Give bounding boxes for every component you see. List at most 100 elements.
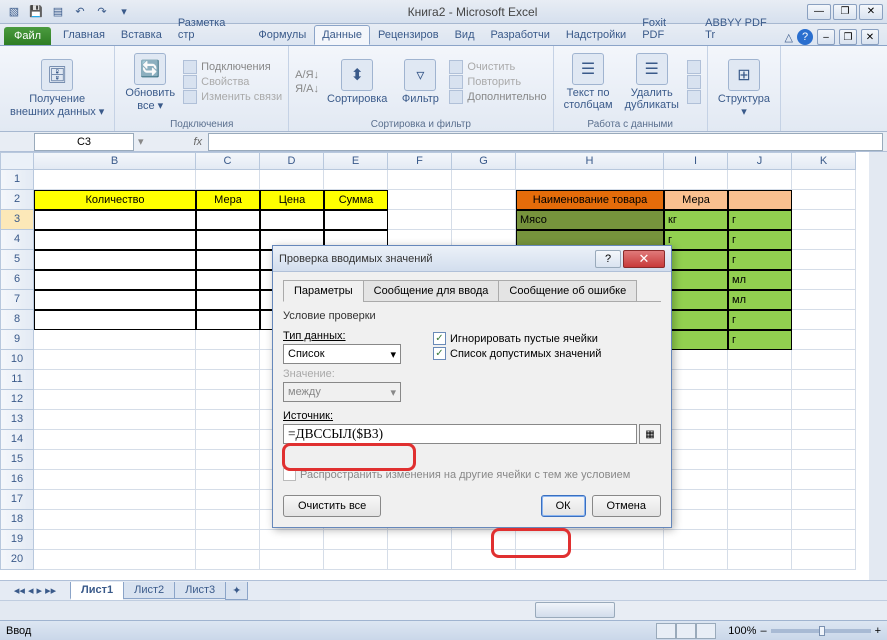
- workbook-restore-button[interactable]: ❐: [839, 29, 857, 45]
- dialog-help-button[interactable]: ?: [595, 250, 621, 268]
- data-validation-button[interactable]: [687, 60, 701, 74]
- sort-button[interactable]: ⬍ Сортировка: [323, 57, 391, 107]
- cell[interactable]: [260, 530, 324, 550]
- cell[interactable]: Наименование товара: [516, 190, 664, 210]
- cell[interactable]: [196, 290, 260, 310]
- cell[interactable]: Сумма: [324, 190, 388, 210]
- cell[interactable]: [728, 190, 792, 210]
- cell[interactable]: [388, 550, 452, 570]
- cell[interactable]: [664, 510, 728, 530]
- cell[interactable]: [34, 430, 196, 450]
- cell[interactable]: [34, 510, 196, 530]
- range-selector-button[interactable]: ▦: [639, 424, 661, 444]
- in-cell-dropdown-checkbox[interactable]: ✓Список допустимых значений: [433, 347, 661, 360]
- cell[interactable]: [792, 550, 856, 570]
- cell[interactable]: [664, 490, 728, 510]
- cell[interactable]: г: [728, 310, 792, 330]
- cell[interactable]: [388, 210, 452, 230]
- tab-view[interactable]: Вид: [447, 25, 483, 45]
- column-header[interactable]: F: [388, 152, 452, 170]
- cell[interactable]: [324, 210, 388, 230]
- filter-button[interactable]: ▿ Фильтр: [395, 57, 445, 107]
- cell[interactable]: [792, 170, 856, 190]
- close-button[interactable]: ✕: [859, 4, 883, 20]
- sort-az-button[interactable]: А/Я↓: [295, 69, 319, 81]
- source-input[interactable]: [283, 424, 637, 444]
- new-sheet-button[interactable]: ✦: [225, 582, 248, 600]
- row-header[interactable]: 1: [0, 170, 34, 190]
- cell[interactable]: [728, 510, 792, 530]
- cell[interactable]: [452, 530, 516, 550]
- maximize-button[interactable]: ❐: [833, 4, 857, 20]
- column-header[interactable]: C: [196, 152, 260, 170]
- row-header[interactable]: 2: [0, 190, 34, 210]
- tab-foxit[interactable]: Foxit PDF: [634, 13, 697, 45]
- cell[interactable]: [196, 250, 260, 270]
- cell[interactable]: [324, 530, 388, 550]
- cell[interactable]: [196, 270, 260, 290]
- cell[interactable]: [792, 330, 856, 350]
- cell[interactable]: [792, 390, 856, 410]
- cell[interactable]: [792, 350, 856, 370]
- cell[interactable]: [196, 370, 260, 390]
- cell[interactable]: [196, 170, 260, 190]
- cell[interactable]: [34, 370, 196, 390]
- cell[interactable]: [34, 550, 196, 570]
- cell[interactable]: [196, 310, 260, 330]
- row-header[interactable]: 7: [0, 290, 34, 310]
- cell[interactable]: [664, 450, 728, 470]
- cell[interactable]: [34, 170, 196, 190]
- column-header[interactable]: B: [34, 152, 196, 170]
- cell[interactable]: [388, 190, 452, 210]
- dialog-titlebar[interactable]: Проверка вводимых значений ? ✕: [273, 246, 671, 272]
- cell[interactable]: [728, 430, 792, 450]
- cell[interactable]: [196, 330, 260, 350]
- zoom-level[interactable]: 100%: [728, 625, 756, 637]
- row-header[interactable]: 8: [0, 310, 34, 330]
- cell[interactable]: [324, 170, 388, 190]
- tab-addins[interactable]: Надстройки: [558, 25, 634, 45]
- row-header[interactable]: 19: [0, 530, 34, 550]
- cell[interactable]: г: [664, 230, 728, 250]
- cell[interactable]: [792, 210, 856, 230]
- cell[interactable]: [324, 550, 388, 570]
- cell[interactable]: [728, 530, 792, 550]
- tab-developer[interactable]: Разработчи: [483, 25, 558, 45]
- cell[interactable]: [34, 210, 196, 230]
- cell[interactable]: [792, 410, 856, 430]
- column-header[interactable]: E: [324, 152, 388, 170]
- cell[interactable]: [664, 410, 728, 430]
- tab-pagelayout[interactable]: Разметка стр: [170, 13, 251, 45]
- horizontal-scrollbar[interactable]: [0, 600, 887, 620]
- cell[interactable]: [728, 490, 792, 510]
- zoom-in-button[interactable]: +: [875, 625, 881, 637]
- cell[interactable]: [792, 430, 856, 450]
- cell[interactable]: [196, 450, 260, 470]
- cell[interactable]: [34, 310, 196, 330]
- column-header[interactable]: G: [452, 152, 516, 170]
- row-header[interactable]: 4: [0, 230, 34, 250]
- cell[interactable]: [196, 510, 260, 530]
- formula-input[interactable]: [208, 133, 883, 151]
- cell[interactable]: [792, 230, 856, 250]
- cell[interactable]: Мясо: [516, 210, 664, 230]
- save-icon[interactable]: 💾: [26, 3, 46, 21]
- cell[interactable]: [792, 510, 856, 530]
- cell[interactable]: [728, 410, 792, 430]
- undo-icon[interactable]: ↶: [70, 3, 90, 21]
- sheet-tab-1[interactable]: Лист1: [70, 582, 124, 600]
- cell[interactable]: [196, 530, 260, 550]
- cell[interactable]: мл: [728, 270, 792, 290]
- column-header[interactable]: H: [516, 152, 664, 170]
- cell[interactable]: [664, 370, 728, 390]
- get-external-data-button[interactable]: 🗄 Получение внешних данных ▾: [6, 57, 108, 120]
- cell[interactable]: [664, 390, 728, 410]
- cell[interactable]: [728, 350, 792, 370]
- cell[interactable]: [792, 370, 856, 390]
- connections-button[interactable]: Подключения: [183, 60, 282, 74]
- workbook-close-button[interactable]: ✕: [861, 29, 879, 45]
- cell[interactable]: [196, 210, 260, 230]
- tab-review[interactable]: Рецензиров: [370, 25, 447, 45]
- allow-dropdown[interactable]: Список▾: [283, 344, 401, 364]
- cell[interactable]: [728, 170, 792, 190]
